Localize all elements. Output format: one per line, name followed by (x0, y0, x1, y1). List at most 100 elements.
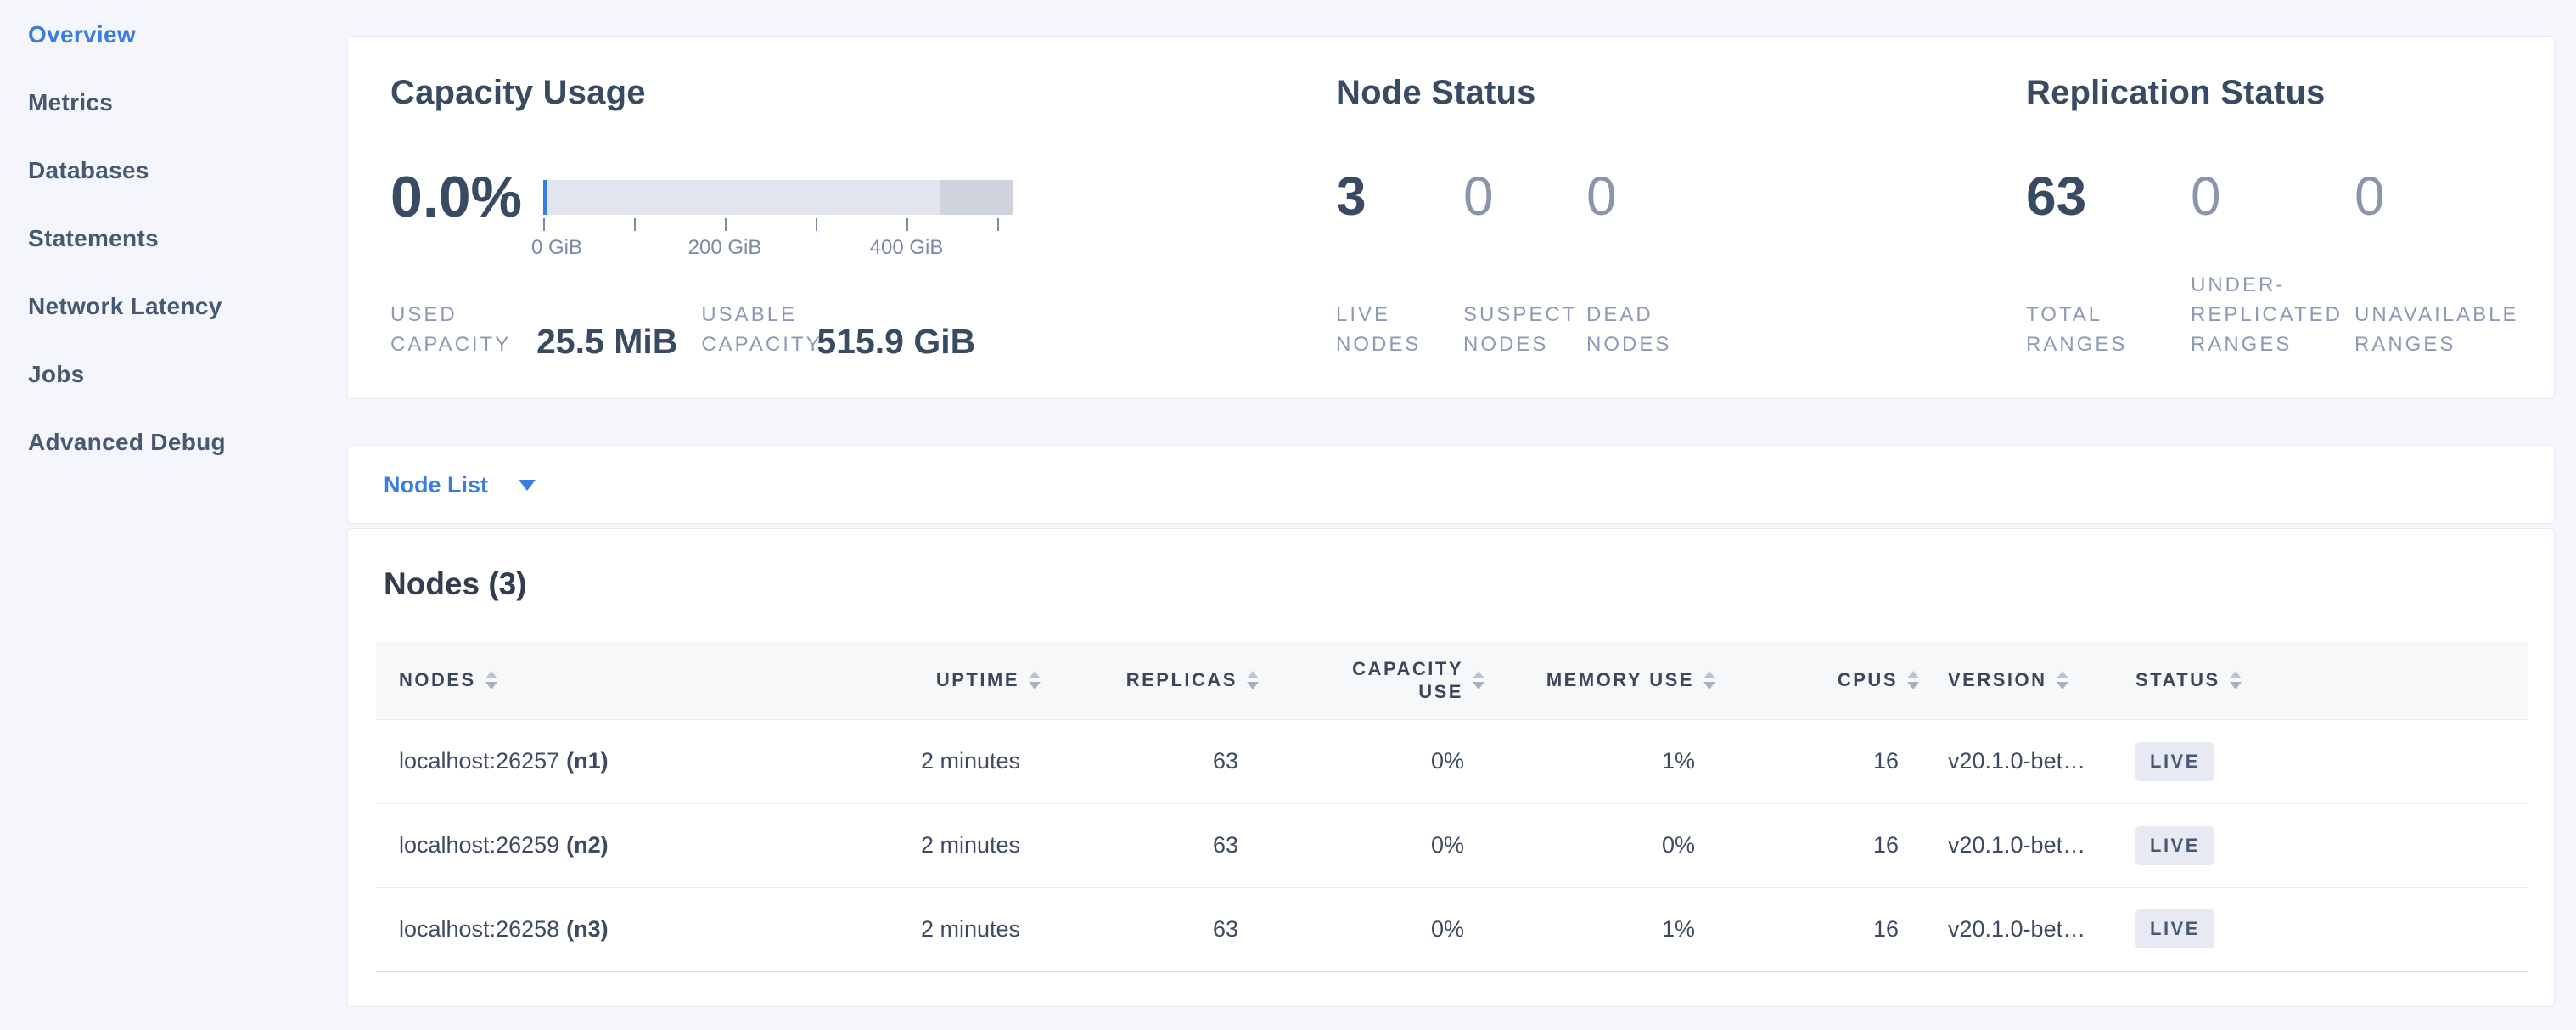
cpus-cell: 16 (1724, 887, 1928, 971)
axis-label-0gib: 0 GiB (531, 236, 582, 260)
under-replicated-ranges-value: 0 (2191, 162, 2354, 230)
sort-icon[interactable] (485, 671, 497, 689)
sort-icon[interactable] (2057, 671, 2068, 689)
status-badge: LIVE (2135, 826, 2214, 865)
capacity-use-cell: 0% (1267, 719, 1493, 803)
sort-icon[interactable] (1907, 671, 1919, 689)
replicas-cell: 63 (1049, 803, 1267, 887)
total-ranges-label: TOTAL RANGES (2026, 300, 2191, 359)
sidebar-item-databases[interactable]: Databases (0, 159, 347, 183)
memory-use-cell: 0% (1493, 803, 1724, 887)
cluster-summary-card: Capacity Usage 0.0% 0 GiB 200 GiB 400 Gi… (347, 36, 2555, 399)
replication-values: 63 0 0 (2026, 162, 2533, 230)
live-nodes-label: LIVE NODES (1336, 300, 1463, 359)
axis-tick (816, 218, 817, 231)
table-row-node-2[interactable]: localhost:26259(n2) 2 minutes 63 0% 0% 1… (376, 803, 2528, 887)
capacity-usage-title: Capacity Usage (390, 74, 646, 112)
memory-use-cell: 1% (1493, 887, 1724, 971)
sort-icon[interactable] (1473, 671, 1484, 689)
axis-tick (543, 218, 545, 231)
version-cell: v20.1.0-bet… (1928, 803, 2114, 887)
unavailable-ranges-label: UNAVAILABLE RANGES (2354, 300, 2533, 359)
live-nodes-value: 3 (1336, 162, 1463, 230)
node-address-cell: localhost:26258(n3) (376, 887, 839, 971)
used-capacity-value: 25.5 MiB (536, 324, 677, 359)
suspect-nodes-label: SUSPECT NODES (1463, 300, 1586, 359)
replicas-cell: 63 (1049, 719, 1267, 803)
sidebar-item-statements[interactable]: Statements (0, 227, 347, 250)
sidebar-item-overview[interactable]: Overview (0, 23, 347, 47)
sort-icon[interactable] (2230, 671, 2242, 689)
capacity-bar-used-marker (543, 180, 547, 215)
cpus-cell: 16 (1724, 719, 1928, 803)
status-cell: LIVE (2114, 887, 2528, 971)
under-replicated-ranges-label: UNDER-REPLICATED RANGES (2191, 270, 2354, 359)
capacity-stats: USED CAPACITY 25.5 MiB USABLE CAPACITY 5… (390, 300, 999, 359)
nodes-table-card: Nodes (3) NODES UPTIME (347, 528, 2555, 1007)
table-row-node-3[interactable]: localhost:26258(n3) 2 minutes 63 0% 1% 1… (376, 887, 2528, 971)
sort-icon[interactable] (1247, 671, 1259, 689)
node-status-values: 3 0 0 (1336, 162, 1739, 230)
uptime-cell: 2 minutes (839, 803, 1049, 887)
sort-icon[interactable] (1703, 671, 1715, 689)
replication-labels: TOTAL RANGES UNDER-REPLICATED RANGES UNA… (2026, 270, 2533, 359)
node-address-cell: localhost:26259(n2) (376, 803, 839, 887)
node-list-dropdown[interactable]: Node List (384, 472, 488, 498)
replication-status-panel: Replication Status 63 0 0 TOTAL RANGES U… (2026, 37, 2556, 398)
cpus-cell: 16 (1724, 803, 1928, 887)
used-capacity-label: USED CAPACITY (390, 300, 536, 359)
uptime-cell: 2 minutes (839, 719, 1049, 803)
table-row-node-1[interactable]: localhost:26257(n1) 2 minutes 63 0% 1% 1… (376, 719, 2528, 803)
node-list-selector-card: Node List (347, 447, 2555, 524)
status-badge: LIVE (2135, 909, 2214, 948)
unavailable-ranges-value: 0 (2354, 162, 2533, 230)
column-header-version[interactable]: VERSION (1928, 642, 2114, 719)
usable-capacity-label: USABLE CAPACITY (701, 300, 817, 359)
app-root: Overview Metrics Databases Statements Ne… (0, 0, 2576, 1030)
nodes-table: NODES UPTIME REPLICAS CAPACIT (376, 642, 2528, 972)
total-ranges-value: 63 (2026, 162, 2191, 230)
column-header-nodes[interactable]: NODES (376, 642, 839, 719)
axis-tick (906, 218, 908, 231)
uptime-cell: 2 minutes (839, 887, 1049, 971)
column-header-memory-use[interactable]: MEMORY USE (1493, 642, 1724, 719)
capacity-bar-chart: 0 GiB 200 GiB 400 GiB (543, 180, 1052, 282)
status-badge: LIVE (2135, 742, 2214, 781)
column-header-cpus[interactable]: CPUS (1724, 642, 1928, 719)
sidebar-item-metrics[interactable]: Metrics (0, 91, 347, 115)
suspect-nodes-value: 0 (1463, 162, 1586, 230)
status-cell: LIVE (2114, 803, 2528, 887)
capacity-bar-dark-segment (940, 180, 1013, 215)
column-header-uptime[interactable]: UPTIME (839, 642, 1049, 719)
capacity-bar (543, 180, 1013, 215)
column-header-status[interactable]: STATUS (2114, 642, 2528, 719)
version-cell: v20.1.0-bet… (1928, 719, 2114, 803)
capacity-use-cell: 0% (1267, 803, 1493, 887)
usable-capacity-value: 515.9 GiB (817, 324, 975, 359)
table-header-row: NODES UPTIME REPLICAS CAPACIT (376, 642, 2528, 719)
axis-label-200gib: 200 GiB (688, 236, 762, 260)
node-status-panel: Node Status 3 0 0 LIVE NODES SUSPECT NOD… (1336, 37, 1998, 398)
sidebar-item-network-latency[interactable]: Network Latency (0, 295, 347, 318)
sort-icon[interactable] (1029, 671, 1041, 689)
dead-nodes-label: DEAD NODES (1586, 300, 1739, 359)
capacity-use-cell: 0% (1267, 887, 1493, 971)
memory-use-cell: 1% (1493, 719, 1724, 803)
version-cell: v20.1.0-bet… (1928, 887, 2114, 971)
sidebar-item-jobs[interactable]: Jobs (0, 363, 347, 386)
sidebar: Overview Metrics Databases Statements Ne… (0, 23, 347, 498)
node-status-labels: LIVE NODES SUSPECT NODES DEAD NODES (1336, 300, 1739, 359)
node-address-cell: localhost:26257(n1) (376, 719, 839, 803)
column-header-capacity-use[interactable]: CAPACITY USE (1267, 642, 1493, 719)
axis-tick (997, 218, 999, 231)
axis-tick (634, 218, 636, 231)
status-cell: LIVE (2114, 719, 2528, 803)
replicas-cell: 63 (1049, 887, 1267, 971)
chevron-down-icon[interactable] (519, 480, 536, 491)
axis-label-400gib: 400 GiB (870, 236, 944, 260)
nodes-table-title: Nodes (3) (384, 566, 527, 602)
axis-tick (725, 218, 727, 231)
capacity-used-percent: 0.0% (390, 164, 522, 230)
column-header-replicas[interactable]: REPLICAS (1049, 642, 1267, 719)
sidebar-item-advanced-debug[interactable]: Advanced Debug (0, 431, 347, 454)
